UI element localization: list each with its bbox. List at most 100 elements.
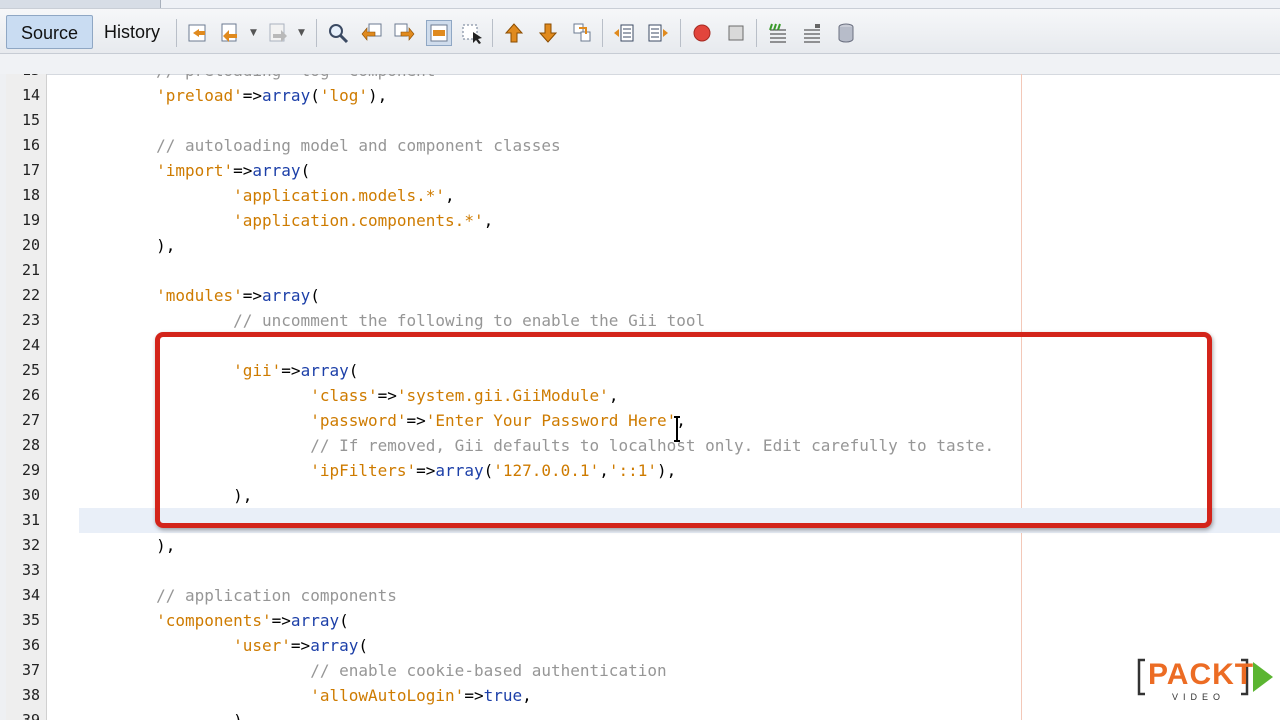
toolbar-separator bbox=[680, 19, 681, 47]
back-icon[interactable] bbox=[218, 21, 242, 45]
line-number: 13 bbox=[6, 74, 40, 83]
code-keyword: array bbox=[252, 161, 301, 180]
line-number: 24 bbox=[21, 336, 40, 354]
line-number: 27 bbox=[21, 411, 40, 429]
shift-right-icon[interactable] bbox=[646, 21, 670, 45]
tab-source[interactable]: Source bbox=[6, 15, 94, 49]
code-line[interactable]: // enable cookie-based authentication bbox=[79, 658, 667, 683]
code-text: , bbox=[483, 211, 494, 230]
editor-toolbar: Source History ▼ ▼ bbox=[0, 9, 1280, 54]
toggle-rectangular-selection-icon[interactable] bbox=[460, 21, 484, 45]
code-line[interactable]: 'preload'=>array('log'), bbox=[79, 83, 387, 108]
code-text: => bbox=[242, 86, 263, 105]
code-string: 'log' bbox=[319, 86, 369, 105]
last-edit-icon[interactable] bbox=[186, 21, 210, 45]
line-number: 17 bbox=[21, 161, 40, 179]
code-text: => bbox=[242, 286, 263, 305]
toolbar-separator bbox=[176, 19, 177, 47]
line-number-gutter: 13 14 15 16 17 18 19 20 21 22 23 24 25 26 27 28 29 30 31 32… bbox=[6, 74, 47, 720]
previous-bookmark-icon[interactable] bbox=[502, 21, 526, 45]
code-text: => bbox=[464, 686, 484, 705]
stop-macro-icon[interactable] bbox=[724, 21, 748, 45]
line-number: 23 bbox=[21, 311, 40, 329]
code-keyword: array bbox=[262, 86, 311, 105]
toggle-bookmark-icon[interactable] bbox=[570, 21, 594, 45]
line-number: 14 bbox=[21, 86, 40, 104]
next-bookmark-icon[interactable] bbox=[536, 21, 560, 45]
line-number: 21 bbox=[21, 261, 40, 279]
code-line[interactable]: 'import'=>array( bbox=[79, 158, 310, 183]
line-number: 30 bbox=[21, 486, 40, 504]
back-dropdown-icon[interactable]: ▼ bbox=[250, 21, 260, 45]
code-text: , bbox=[522, 686, 532, 705]
line-number: 22 bbox=[21, 286, 40, 304]
line-number: 36 bbox=[21, 636, 40, 654]
line-number: 38 bbox=[21, 686, 40, 704]
forward-icon[interactable] bbox=[266, 21, 290, 45]
code-string: 'application.components.*' bbox=[233, 211, 484, 230]
code-comment: // autoloading model and component class… bbox=[156, 136, 561, 155]
code-line[interactable]: 'application.components.*', bbox=[79, 208, 493, 233]
find-previous-icon[interactable] bbox=[360, 21, 384, 45]
uncomment-icon[interactable] bbox=[800, 21, 824, 45]
code-line[interactable]: 'components'=>array( bbox=[79, 608, 349, 633]
code-text: => bbox=[271, 611, 291, 630]
code-text: ( bbox=[300, 161, 311, 180]
code-line[interactable]: 'user'=>array( bbox=[79, 633, 368, 658]
code-text: => bbox=[290, 636, 311, 655]
code-string: 'user' bbox=[233, 636, 291, 655]
line-number: 15 bbox=[21, 111, 40, 129]
code-line[interactable]: ), bbox=[79, 708, 252, 720]
toggle-highlight-icon[interactable] bbox=[426, 20, 452, 46]
code-text: ), bbox=[79, 236, 176, 255]
line-number: 16 bbox=[21, 136, 40, 154]
line-number: 25 bbox=[21, 361, 40, 379]
code-line[interactable]: 'application.models.*', bbox=[79, 183, 455, 208]
start-macro-icon[interactable] bbox=[690, 21, 714, 45]
shift-left-icon[interactable] bbox=[612, 21, 636, 45]
code-line[interactable]: // preloading 'log' component bbox=[79, 74, 435, 83]
code-line[interactable]: ), bbox=[79, 533, 175, 558]
forward-dropdown-icon[interactable]: ▼ bbox=[298, 21, 308, 45]
code-line[interactable]: // autoloading model and component class… bbox=[79, 133, 561, 158]
code-text: ( bbox=[358, 636, 368, 655]
code-line[interactable]: 'modules'=>array( bbox=[79, 283, 320, 308]
toolbar-separator bbox=[492, 19, 493, 47]
line-number: 32 bbox=[21, 536, 40, 554]
comment-icon[interactable] bbox=[766, 21, 790, 45]
code-text: ), bbox=[79, 711, 252, 720]
code-keyword: array bbox=[310, 636, 359, 655]
line-number: 26 bbox=[21, 386, 40, 404]
packt-video-text: VIDEO bbox=[1172, 692, 1226, 702]
code-string: 'preload' bbox=[156, 86, 243, 105]
code-string: 'application.models.*' bbox=[233, 186, 446, 205]
find-icon[interactable] bbox=[326, 21, 350, 45]
line-number: 28 bbox=[21, 436, 40, 454]
code-line[interactable]: ), bbox=[79, 233, 175, 258]
code-line[interactable]: // application components bbox=[79, 583, 397, 608]
code-line[interactable]: // uncomment the following to enable the… bbox=[79, 308, 705, 333]
packt-video-logo: PACKT VIDEO bbox=[1136, 656, 1276, 706]
line-number: 37 bbox=[21, 661, 40, 679]
code-comment: // enable cookie-based authentication bbox=[310, 661, 667, 680]
line-number: 35 bbox=[21, 611, 40, 629]
find-next-icon[interactable] bbox=[392, 21, 416, 45]
code-text: ( bbox=[339, 611, 349, 630]
code-line[interactable]: 'allowAutoLogin'=>true, bbox=[79, 683, 532, 708]
document-tab[interactable] bbox=[0, 0, 161, 8]
tab-history[interactable]: History bbox=[90, 15, 174, 49]
database-icon[interactable] bbox=[834, 21, 858, 45]
line-number: 20 bbox=[21, 236, 40, 254]
